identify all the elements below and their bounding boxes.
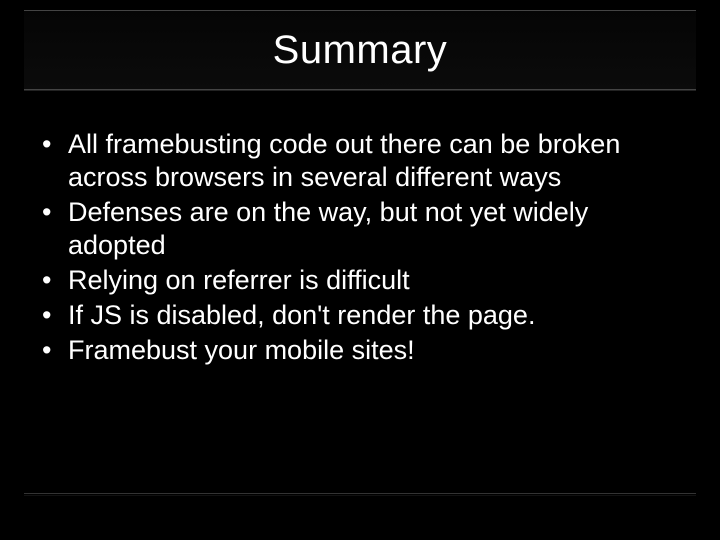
list-item: Relying on referrer is difficult (40, 264, 692, 297)
slide: Summary All framebusting code out there … (0, 0, 720, 540)
slide-title: Summary (273, 28, 448, 73)
divider (24, 493, 696, 494)
title-band: Summary (24, 10, 696, 90)
list-item: Framebust your mobile sites! (40, 334, 692, 367)
slide-body: All framebusting code out there can be b… (40, 128, 692, 369)
list-item: If JS is disabled, don't render the page… (40, 299, 692, 332)
list-item: Defenses are on the way, but not yet wid… (40, 196, 692, 262)
list-item: All framebusting code out there can be b… (40, 128, 692, 194)
bullet-list: All framebusting code out there can be b… (40, 128, 692, 367)
